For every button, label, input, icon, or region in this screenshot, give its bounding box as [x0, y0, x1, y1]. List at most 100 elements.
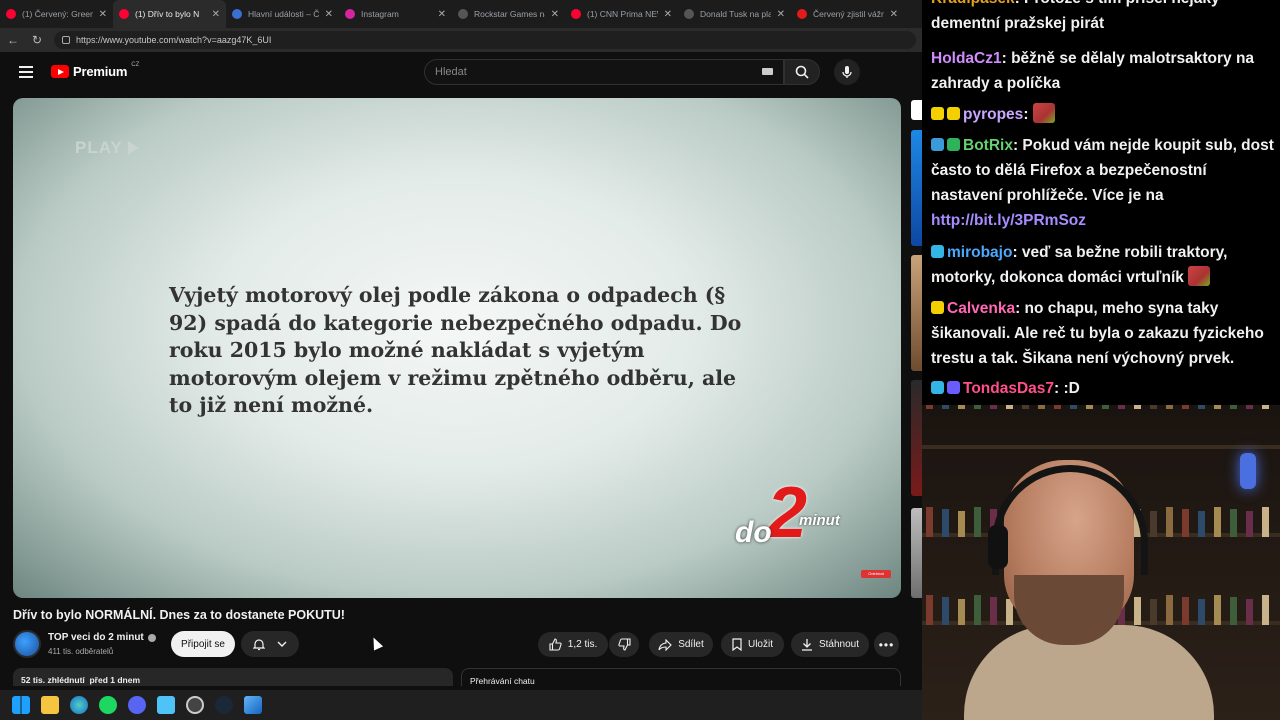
tab-close-icon[interactable]: ✕	[551, 9, 559, 20]
tab-close-icon[interactable]: ✕	[325, 9, 333, 20]
book	[990, 597, 997, 625]
dislike-button[interactable]	[609, 632, 639, 657]
obs-icon[interactable]	[186, 696, 204, 714]
more-icon: •••	[878, 637, 895, 652]
chat-username[interactable]: Kradlpasek	[931, 0, 1015, 7]
book	[926, 507, 933, 537]
book	[1166, 507, 1173, 537]
chat-username[interactable]: Calvenka	[947, 300, 1015, 317]
chat-badge-icon	[931, 107, 944, 120]
search-button[interactable]	[784, 59, 820, 85]
book	[1134, 405, 1141, 409]
channel-avatar[interactable]	[13, 630, 41, 658]
views-date: 52 tis. zhlédnutí před 1 dnem	[21, 675, 141, 685]
back-icon[interactable]: ←	[6, 33, 20, 47]
search-input[interactable]: Hledat	[424, 59, 784, 85]
chat-emote-icon	[1032, 103, 1055, 123]
headphones	[992, 465, 1148, 575]
chat-badge-icon	[931, 245, 944, 258]
tab-label: Červený zjistil vážná	[813, 9, 884, 19]
recommendation-thumbnail[interactable]	[911, 130, 922, 246]
search-icon	[795, 65, 809, 79]
browser-tab[interactable]: Donald Tusk na plat ✕	[678, 0, 791, 28]
tab-label: (1) CNN Prima NEWS	[587, 9, 658, 19]
browser-tab[interactable]: (1) Červený: Green D ✕	[0, 0, 113, 28]
book	[1022, 405, 1029, 409]
hamburger-icon[interactable]	[19, 66, 33, 78]
browser-tab[interactable]: Červený zjistil vážná ✕	[791, 0, 904, 28]
tab-close-icon[interactable]: ✕	[664, 9, 672, 20]
edge-browser-icon[interactable]	[70, 696, 88, 714]
browser-tab[interactable]: Hlavní události – Č ✕	[226, 0, 339, 28]
tab-close-icon[interactable]: ✕	[777, 9, 785, 20]
tab-label: (1) Červený: Green D	[22, 9, 93, 19]
address-url: https://www.youtube.com/watch?v=aazg47K_…	[76, 35, 272, 45]
recommendation-thumbnail[interactable]	[911, 508, 922, 598]
recommendation-thumbnail[interactable]	[911, 380, 922, 496]
browser-tab[interactable]: (1) CNN Prima NEWS ✕	[565, 0, 678, 28]
book	[926, 405, 933, 409]
chat-username[interactable]: mirobajo	[947, 244, 1012, 261]
like-button[interactable]: 1,2 tis.	[538, 632, 608, 657]
channel-subscribers: 411 tis. odběratelů	[48, 647, 114, 656]
blue-lamp	[1240, 453, 1256, 489]
address-bar[interactable]: https://www.youtube.com/watch?v=aazg47K_…	[54, 31, 916, 49]
book	[1230, 509, 1237, 537]
steam-icon[interactable]	[215, 696, 233, 714]
tab-favicon-icon	[571, 9, 581, 19]
browser-tab[interactable]: (1) Dřív to bylo N ✕	[113, 0, 226, 28]
streamer-webcam	[922, 405, 1280, 720]
recommendation-thumbnail[interactable]	[911, 255, 922, 371]
more-actions-button[interactable]: •••	[874, 632, 899, 657]
chat-message: mirobajo: veď sa bežne robili traktory, …	[931, 240, 1276, 290]
chat-link[interactable]: http://bit.ly/3PRmSoz	[931, 212, 1086, 229]
tab-favicon-icon	[684, 9, 694, 19]
chat-username[interactable]: pyropes	[963, 106, 1023, 123]
tab-close-icon[interactable]: ✕	[99, 9, 107, 20]
notifications-button[interactable]	[241, 631, 299, 657]
channel-name-row[interactable]: TOP veci do 2 minut	[48, 632, 156, 643]
browser-tab[interactable]: Rockstar Games na p ✕	[452, 0, 565, 28]
video-player[interactable]: PLAY Vyjetý motorový olej podle zákona o…	[13, 98, 901, 598]
book	[1038, 405, 1045, 409]
notepad-icon[interactable]	[157, 696, 175, 714]
chat-username[interactable]: TondasDas7	[963, 380, 1054, 397]
tab-close-icon[interactable]: ✕	[212, 9, 220, 20]
book	[1198, 599, 1205, 625]
video-title: Dřív to bylo NORMÁLNÍ. Dnes za to dostan…	[13, 608, 345, 622]
video-subscribe-badge[interactable]: Odebírat	[861, 570, 891, 578]
windows-start-icon[interactable]	[12, 696, 30, 714]
description-box[interactable]: 52 tis. zhlédnutí před 1 dnem	[13, 668, 453, 686]
windows-taskbar	[0, 690, 922, 720]
book	[1246, 405, 1253, 409]
chat-badge-icon	[947, 381, 960, 394]
spotify-icon[interactable]	[99, 696, 117, 714]
tab-favicon-icon	[119, 9, 129, 19]
keyboard-icon[interactable]	[762, 68, 773, 75]
download-button[interactable]: Stáhnout	[791, 632, 869, 657]
chat-message: BotRix: Pokud vám nejde koupit sub, dost…	[931, 133, 1276, 233]
reload-icon[interactable]: ↻	[30, 33, 44, 47]
watermark-minut: minut	[799, 512, 840, 529]
file-explorer-icon[interactable]	[41, 696, 59, 714]
recommendation-thumbnail[interactable]	[911, 100, 922, 120]
chat-username[interactable]: HoldaCz1	[931, 50, 1002, 67]
tab-favicon-icon	[345, 9, 355, 19]
tab-close-icon[interactable]: ✕	[438, 9, 446, 20]
discord-icon[interactable]	[128, 696, 146, 714]
voice-search-button[interactable]	[834, 59, 860, 85]
tab-label: Donald Tusk na plat	[700, 9, 771, 19]
save-button[interactable]: Uložit	[721, 632, 784, 657]
chat-text: : :D	[1054, 380, 1080, 397]
chat-username[interactable]: BotRix	[963, 137, 1013, 154]
youtube-play-icon	[51, 65, 69, 78]
chat-replay-panel[interactable]: Přehrávání chatu	[461, 668, 901, 686]
browser-tab[interactable]: Instagram ✕	[339, 0, 452, 28]
tab-close-icon[interactable]: ✕	[890, 9, 898, 20]
app-icon[interactable]	[244, 696, 262, 714]
youtube-logo[interactable]: Premium CZ	[51, 62, 139, 79]
share-button[interactable]: Sdílet	[649, 632, 713, 657]
tab-label: Instagram	[361, 9, 399, 19]
lock-icon	[62, 36, 70, 44]
join-button[interactable]: Připojit se	[171, 631, 235, 657]
